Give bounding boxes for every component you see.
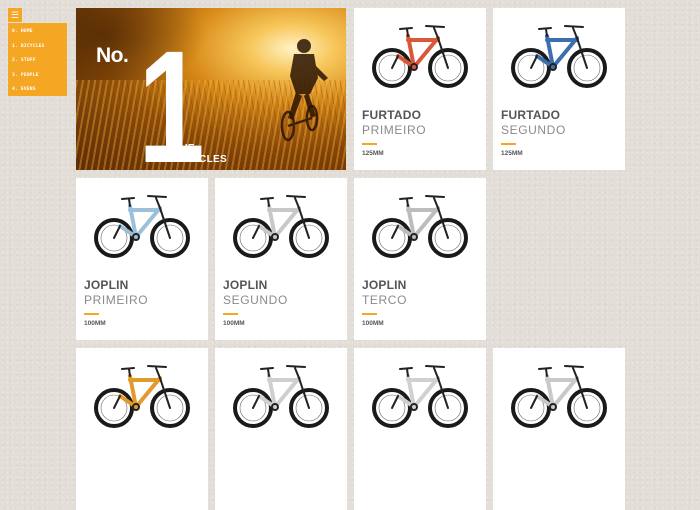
bike-variant: TERCO [362,293,407,307]
accent-bar [501,143,516,145]
hamburger-icon: ☰ [10,10,20,20]
nav-item-people[interactable]: 3. PEOPLE [8,69,67,84]
menu-toggle-button[interactable]: ☰ [8,8,22,22]
bike-model: FURTADO [501,108,561,122]
bike-travel: 100MM [223,320,245,327]
hero-title: THE BICYCLES [174,143,227,165]
bike-card[interactable] [354,348,486,510]
hero-title-line2: BICYCLES [174,154,227,165]
bike-variant: SEGUNDO [223,293,288,307]
bicycle-image [372,195,468,258]
bike-card[interactable] [76,348,208,510]
bike-card[interactable] [493,348,625,510]
accent-bar [84,313,99,315]
bicycle-image [233,365,329,428]
bike-card[interactable]: FURTADO PRIMEIRO 125MM [354,8,486,170]
bike-card[interactable]: JOPLIN PRIMEIRO 100MM [76,178,208,340]
hero-tile[interactable]: No. 1 THE BICYCLES [76,8,346,170]
bike-travel: 100MM [84,320,106,327]
accent-bar [362,143,377,145]
rider-silhouette [280,39,328,142]
bike-travel: 125MM [362,150,384,157]
bicycle-image [511,25,607,88]
bicycle-image [511,365,607,428]
bike-travel: 100MM [362,320,384,327]
accent-bar [223,313,238,315]
bike-variant: PRIMEIRO [362,123,427,137]
bike-card[interactable] [215,348,347,510]
hero-title-line1: THE [174,143,195,154]
bike-model: JOPLIN [362,278,407,292]
bike-card[interactable]: JOPLIN SEGUNDO 100MM [215,178,347,340]
bicycle-image [233,195,329,258]
bicycle-image [372,25,468,88]
bike-variant: SEGUNDO [501,123,566,137]
bike-model: JOPLIN [223,278,268,292]
nav-item-evens[interactable]: 4. EVENS [8,83,67,98]
hero-prefix: No. [96,44,129,67]
nav-item-home[interactable]: 0. HOME [8,25,67,40]
bicycle-image [94,365,190,428]
nav-item-bicycles[interactable]: 1. BICYCLES [8,40,67,55]
bike-card[interactable]: FURTADO SEGUNDO 125MM [493,8,625,170]
bike-travel: 125MM [501,150,523,157]
bicycle-image [372,365,468,428]
bike-variant: PRIMEIRO [84,293,149,307]
bike-card[interactable]: JOPLIN TERCO 100MM [354,178,486,340]
bike-model: FURTADO [362,108,422,122]
nav-item-stuff[interactable]: 2. STUFF [8,54,67,69]
bike-model: JOPLIN [84,278,129,292]
nav-menu: 0. HOME 1. BICYCLES 2. STUFF 3. PEOPLE 4… [8,23,67,96]
bicycle-image [94,195,190,258]
accent-bar [362,313,377,315]
